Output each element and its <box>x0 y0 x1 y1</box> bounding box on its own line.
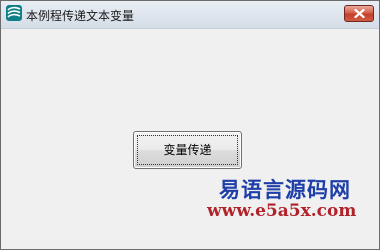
button-label: 变量传递 <box>163 143 212 157</box>
window-title: 本例程传递文本变量 <box>26 9 135 23</box>
variable-transfer-button[interactable]: 变量传递 <box>133 131 242 169</box>
close-button[interactable] <box>344 5 374 22</box>
app-icon[interactable] <box>6 5 22 21</box>
title-bar[interactable]: 本例程传递文本变量 <box>1 1 379 29</box>
watermark-url: www.e5a5x.com <box>207 201 357 221</box>
watermark-title: 易语言源码网 <box>219 177 351 202</box>
app-window: 本例程传递文本变量 变量传递 易语言源码网 www.e5a5x.com <box>0 0 380 250</box>
close-icon <box>354 9 365 18</box>
